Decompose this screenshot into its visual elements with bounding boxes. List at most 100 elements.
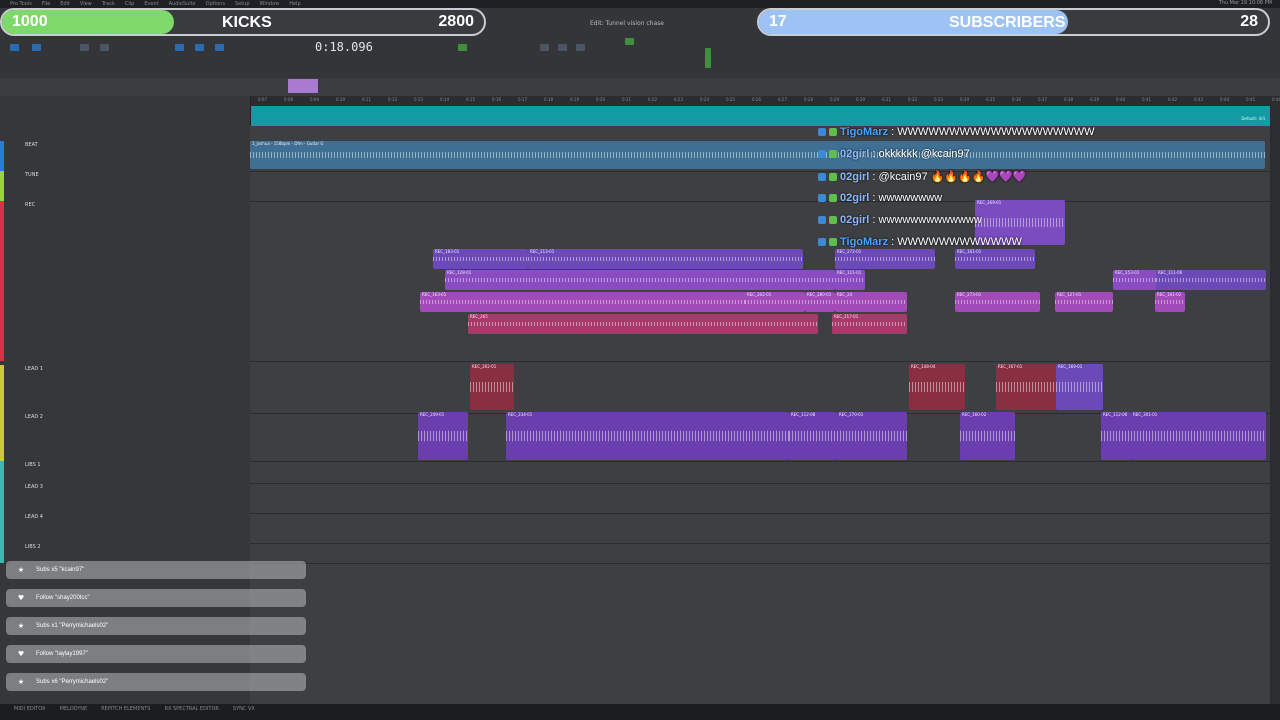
bottom-toolbar: MIDI EDITOR MELODYNE REPITCH ELEMENTS RX SP…	[0, 704, 1280, 720]
beat-audio-clip[interactable]: 1_Joshua - 158bpm - Dfm - Guitar G	[250, 141, 1265, 169]
timeline-overview[interactable]	[0, 78, 1280, 96]
track-name-lead-4[interactable]: LEAD 4	[25, 514, 43, 520]
timeline-ruler[interactable]: 0:07 0:08 0:09 0:10 0:11 0:12 0:13 0:14 0:15 0:16…	[250, 96, 1280, 106]
track-name-rec[interactable]: REC	[25, 202, 35, 208]
rec-audio-clip[interactable]: REC_272-01	[835, 249, 935, 269]
lead2-audio-clip[interactable]: REC_301-01	[1131, 412, 1266, 460]
rec-audio-clip[interactable]: REC_111-06	[1156, 270, 1266, 290]
stop-button[interactable]	[540, 44, 549, 51]
clip-waveform	[418, 431, 468, 441]
menu-item[interactable]: Window	[260, 0, 280, 8]
lead2-audio-clip[interactable]: REC_270-01	[837, 412, 907, 460]
track-lane-divider	[250, 513, 1270, 514]
subscribers-goal-bar: 17 SUBSCRIBERS 28	[757, 8, 1270, 36]
count-off-button[interactable]	[625, 38, 634, 45]
ruler-tick-label: 0:44	[1220, 97, 1229, 102]
rec-audio-clip[interactable]: REC_265	[468, 314, 818, 334]
track-name-lead-3[interactable]: LEAD 3	[25, 484, 43, 490]
ruler-tick-label: 0:09	[310, 97, 319, 102]
bottom-tab[interactable]: SYNC VX	[233, 704, 255, 714]
rec-audio-clip[interactable]: REC_128-01	[445, 270, 835, 290]
ruler-tick-label: 0:33	[934, 97, 943, 102]
rec-audio-clip[interactable]: REC_153-01	[1113, 270, 1158, 290]
grid-mode-button[interactable]	[32, 44, 41, 51]
kicks-goal: 2800	[438, 13, 474, 30]
lead1-audio-clip[interactable]: REC_167-01	[996, 364, 1056, 410]
menu-item[interactable]: Setup	[235, 0, 250, 8]
track-lane-divider	[250, 563, 1270, 564]
menu-bar: Pro Tools File Edit View Track Clip Event Audio…	[0, 0, 1280, 8]
edit-mode-button[interactable]	[10, 44, 19, 51]
clip-waveform	[445, 278, 835, 282]
menu-item[interactable]: Edit	[60, 0, 70, 8]
rec-audio-clip[interactable]: REC_213-01	[528, 249, 803, 269]
track-name-libs-1[interactable]: LIBS 1	[25, 462, 41, 468]
lead2-audio-clip[interactable]: REC_112-08	[789, 412, 837, 460]
play-button[interactable]	[558, 44, 567, 51]
rec-audio-clip[interactable]: REC_273-01	[955, 292, 1040, 312]
rec-audio-clip[interactable]: REC_111-01	[835, 270, 865, 290]
chat-message: 02girl : wwwwwwwwwwwww	[818, 214, 982, 226]
lead1-audio-clip[interactable]: REC_262-01	[470, 364, 514, 410]
menu-item[interactable]: File	[42, 0, 50, 8]
chat-emote-icon	[829, 150, 837, 159]
clip-label: REC_128-01	[447, 270, 472, 275]
star-icon: ★	[17, 566, 25, 574]
record-button[interactable]	[576, 44, 585, 51]
rec-audio-clip[interactable]: REC_127-01	[1055, 292, 1113, 312]
rec-audio-clip[interactable]: REC_202-01	[745, 292, 805, 312]
rec-audio-clip[interactable]: REC_24	[835, 292, 907, 312]
menu-item[interactable]: Event	[144, 0, 158, 8]
star-icon: ★	[17, 622, 25, 630]
chat-username: 02girl	[840, 171, 870, 183]
lead1-audio-clip[interactable]: REC_148-04	[909, 364, 965, 410]
grabber-tool-button[interactable]	[195, 44, 204, 51]
track-name-lead-1[interactable]: LEAD 1	[25, 366, 43, 372]
track-color-bar	[0, 141, 4, 171]
select-tool-button[interactable]	[175, 44, 184, 51]
bottom-tab[interactable]: REPITCH ELEMENTS	[101, 704, 150, 714]
zoom-button[interactable]	[80, 44, 89, 51]
menu-item[interactable]: Track	[102, 0, 115, 8]
selection-marker[interactable]	[288, 79, 318, 93]
alert-text: Follow "shay200tcc"	[36, 595, 90, 601]
lead1-audio-clip[interactable]: REC_169-01	[1056, 364, 1103, 410]
ruler-tick-label: 0:41	[1142, 97, 1151, 102]
rec-audio-clip[interactable]: REC_161-02	[1155, 292, 1185, 312]
clip-waveform	[1131, 431, 1266, 441]
smart-tool-button[interactable]	[215, 44, 224, 51]
menu-item[interactable]: Clip	[125, 0, 134, 8]
clip-waveform	[837, 431, 907, 441]
bottom-tab[interactable]: RX SPECTRAL EDITOR	[164, 704, 218, 714]
trim-tool-button[interactable]	[100, 44, 109, 51]
clip-label: REC_161-01	[957, 249, 982, 254]
menu-item[interactable]: Options	[206, 0, 225, 8]
lead2-audio-clip[interactable]: REC_249-01	[418, 412, 468, 460]
rec-audio-clip[interactable]: REC_280-01	[805, 292, 835, 312]
menu-item[interactable]: AudioSuite	[169, 0, 196, 8]
ruler-tick-label: 0:36	[1012, 97, 1021, 102]
track-name-lead-2[interactable]: LEAD 2	[25, 414, 43, 420]
track-name-tune[interactable]: TUNE	[25, 172, 39, 178]
rec-audio-clip[interactable]: REC_161-01	[955, 249, 1035, 269]
lead2-audio-clip[interactable]: REC_160-02	[960, 412, 1015, 460]
nudge-button[interactable]	[458, 44, 467, 51]
rec-audio-clip[interactable]: REC_183-01	[433, 249, 528, 269]
clip-label: REC_265	[470, 314, 488, 319]
track-name-beat[interactable]: BEAT	[25, 142, 38, 148]
menu-item[interactable]: Help	[289, 0, 300, 8]
bottom-tab[interactable]: MELODYNE	[60, 704, 88, 714]
menu-item[interactable]: View	[80, 0, 92, 8]
clip-label: REC_127-01	[1057, 292, 1082, 297]
menu-item[interactable]: Pro Tools	[10, 0, 32, 8]
rec-audio-clip[interactable]: REC_163-01	[420, 292, 750, 312]
track-name-libs-2[interactable]: LIBS 2	[25, 544, 41, 550]
ruler-tick-label: 0:15	[466, 97, 475, 102]
lead2-audio-clip[interactable]: REC_112-06	[1101, 412, 1131, 460]
marker-ruler[interactable]	[250, 106, 1270, 126]
ruler-tick-label: 0:23	[674, 97, 683, 102]
rec-audio-clip[interactable]: REC_217-01	[832, 314, 907, 334]
lead2-audio-clip[interactable]: REC_234-01	[506, 412, 789, 460]
bottom-tab[interactable]: MIDI EDITOR	[14, 704, 46, 714]
ruler-tick-label: 0:45	[1246, 97, 1255, 102]
